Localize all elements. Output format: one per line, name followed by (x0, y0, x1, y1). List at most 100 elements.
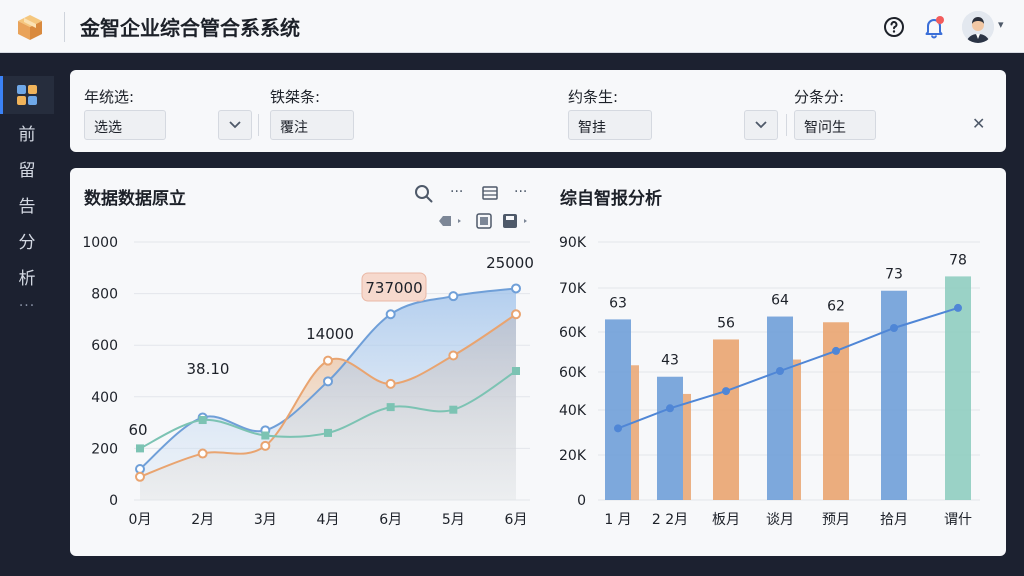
filter-2-select[interactable]: 覆注 (270, 110, 354, 140)
bar-secondary (683, 393, 691, 500)
y-tick-label: 60K (559, 325, 587, 341)
series-point (449, 405, 458, 414)
sidebar-item-1[interactable]: 前 (16, 120, 38, 145)
data-label: 62 (827, 298, 845, 314)
series-point (512, 367, 520, 375)
sidebar-item-5[interactable]: 析 (16, 264, 38, 289)
series-point (386, 403, 395, 412)
bell-icon[interactable] (922, 15, 946, 39)
chevron-down-icon (229, 121, 241, 129)
series-point (385, 378, 396, 389)
data-label: 38.10 (187, 360, 230, 378)
chevron-down-icon[interactable]: ▾ (998, 18, 1004, 31)
filter-3-dropdown[interactable] (744, 110, 778, 140)
line-area-chart: 0 200 400 600 800 1000 0月 2月 3月 4月 6月 5月 6月 60 38.10 14… (82, 235, 534, 528)
bar (605, 319, 631, 500)
close-icon[interactable]: ✕ (972, 114, 985, 133)
bar-secondary (793, 359, 801, 500)
data-label: 56 (717, 315, 735, 331)
x-tick-label: 0月 (129, 512, 152, 528)
data-label: 14000 (306, 325, 354, 343)
filter-1-dropdown[interactable] (218, 110, 252, 140)
y-tick-label: 0 (109, 493, 118, 509)
app-title: 金智企业综合管合系系统 (80, 16, 300, 40)
x-tick-label: 谓什 (944, 512, 972, 528)
data-label: 73 (885, 267, 903, 283)
trend-point (954, 303, 962, 312)
trend-point (666, 404, 674, 413)
sidebar-more-icon[interactable]: ··· (16, 298, 38, 314)
bar (767, 316, 793, 500)
sidebar-item-3[interactable]: 告 (16, 192, 38, 217)
data-label: 63 (609, 295, 627, 311)
filter-3-select[interactable]: 智挂 (568, 110, 652, 140)
top-bar: 金智企业综合管合系系统 ▾ (0, 0, 1024, 53)
x-tick-label: 5月 (442, 512, 465, 528)
x-tick-label: 2月 (191, 512, 214, 528)
trend-point (832, 346, 840, 355)
series-point (198, 416, 207, 425)
filter-4-label: 分条分: (794, 88, 845, 106)
series-point (448, 350, 459, 361)
trend-point (722, 387, 730, 396)
bar (713, 339, 739, 500)
filter-bar: 年统选: 选选 铁桀条: 覆注 约条生: 智挂 分条分: 智问生 ✕ (70, 70, 1006, 152)
series-area (140, 288, 516, 500)
help-icon[interactable] (882, 15, 906, 39)
bar (881, 290, 907, 500)
filter-4-select[interactable]: 智问生 (794, 110, 876, 140)
series-point (261, 431, 270, 440)
series-point (260, 440, 271, 451)
data-label: 25000 (486, 254, 534, 272)
y-tick-label: 1000 (82, 235, 118, 251)
filter-1-select[interactable]: 选选 (84, 110, 166, 140)
y-tick-label: 200 (91, 441, 118, 457)
sidebar-item-2[interactable]: 留 (16, 156, 38, 181)
x-tick-label: 6月 (379, 512, 402, 528)
series-point (197, 448, 208, 459)
avatar[interactable] (962, 11, 994, 43)
x-tick-label: 谈月 (766, 512, 794, 528)
y-tick-label: 400 (91, 390, 118, 406)
trend-point (776, 367, 784, 375)
trend-point (890, 324, 898, 332)
x-tick-label: 2 2月 (652, 512, 688, 528)
series-point (511, 283, 521, 294)
dashboard-grid-icon[interactable] (16, 84, 38, 106)
data-label: 64 (771, 293, 789, 309)
y-tick-label: 20K (559, 448, 587, 464)
series-point (323, 355, 333, 366)
filter-separator (786, 114, 787, 136)
series-point (511, 309, 521, 320)
x-tick-label: 4月 (317, 512, 340, 528)
filter-3-label: 约条生: (568, 88, 619, 106)
series-point (135, 471, 145, 482)
y-tick-label: 40K (559, 403, 587, 419)
logo-box-icon (18, 15, 42, 40)
header-divider (64, 12, 65, 42)
x-tick-label: 板月 (712, 512, 740, 528)
y-tick-label: 800 (91, 287, 118, 303)
filter-separator (258, 114, 259, 136)
x-tick-label: 3月 (254, 512, 277, 528)
x-tick-label: 拾月 (880, 512, 908, 528)
bar (657, 376, 683, 500)
data-label: 737000 (365, 279, 422, 297)
user-portrait-icon (962, 11, 994, 43)
trend-point (614, 424, 622, 433)
sidebar-active-indicator (0, 76, 3, 114)
series-point (448, 291, 459, 302)
y-tick-label: 60K (559, 365, 587, 381)
data-label: 60 (128, 421, 147, 439)
series-point (323, 376, 333, 387)
bar-line-chart: 0 20K 40K 60K 60K 70K 90K 63 43 56 64 62 73 78 1 月 2 2月… (559, 235, 980, 528)
chevron-down-icon (755, 121, 767, 129)
data-label: 43 (661, 353, 679, 369)
bar-secondary (631, 365, 639, 500)
sidebar-item-4[interactable]: 分 (16, 228, 38, 253)
y-tick-label: 600 (91, 338, 118, 354)
x-tick-label: 6月 (505, 512, 528, 528)
data-label: 78 (949, 252, 967, 268)
series-point (324, 428, 332, 437)
filter-1-label: 年统选: (84, 88, 135, 106)
